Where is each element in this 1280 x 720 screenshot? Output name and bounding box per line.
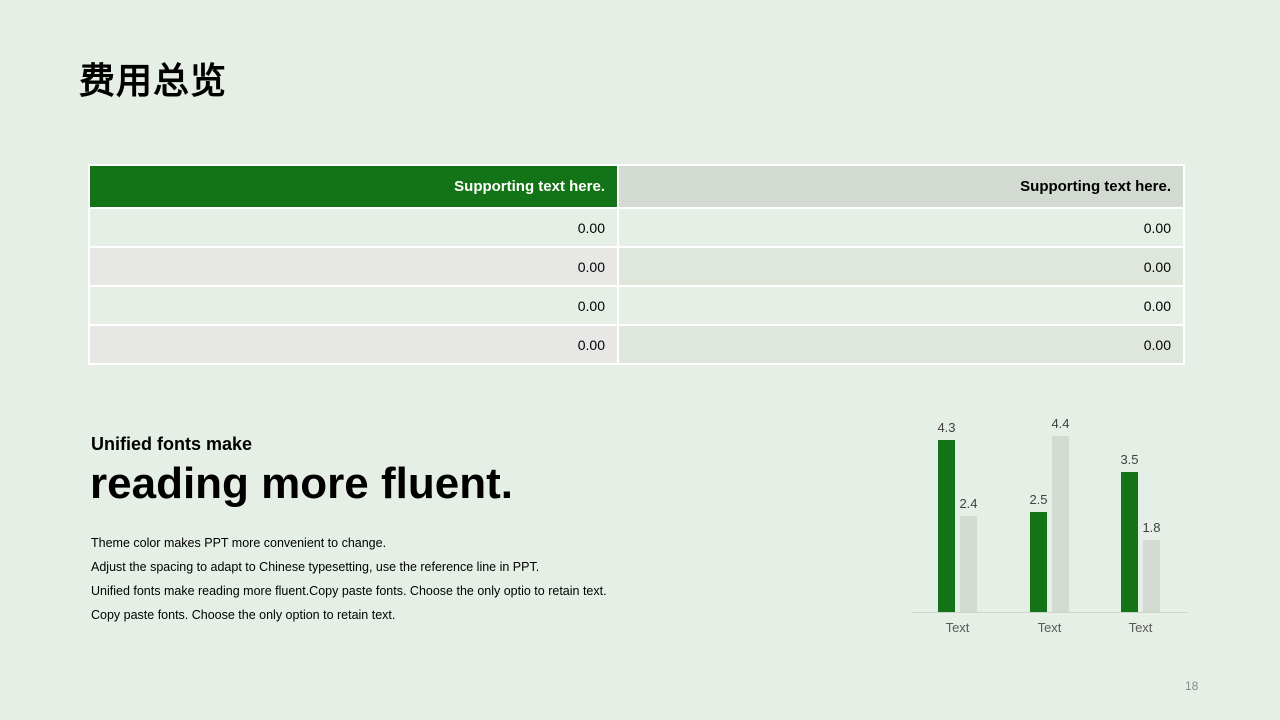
expense-table: Supporting text here. Supporting text he… bbox=[88, 164, 1185, 365]
table-header-row: Supporting text here. Supporting text he… bbox=[88, 164, 1185, 209]
table-cell: 0.00 bbox=[88, 207, 619, 248]
chart-tick-label: Text bbox=[1129, 620, 1153, 635]
text-body: Theme color makes PPT more convenient to… bbox=[91, 531, 607, 627]
chart-bar bbox=[1121, 472, 1138, 612]
table-row: 0.00 0.00 bbox=[88, 324, 1185, 365]
table-row: 0.00 0.00 bbox=[88, 285, 1185, 326]
chart-data-label: 1.8 bbox=[1142, 520, 1160, 535]
chart-bar bbox=[1030, 512, 1047, 612]
body-line: Adjust the spacing to adapt to Chinese t… bbox=[91, 560, 540, 574]
slide-title: 费用总览 bbox=[79, 61, 228, 102]
chart-data-label: 2.5 bbox=[1029, 492, 1047, 507]
table-cell: 0.00 bbox=[617, 285, 1185, 326]
chart-data-label: 4.3 bbox=[937, 420, 955, 435]
table-cell: 0.00 bbox=[88, 324, 619, 365]
body-line: Unified fonts make reading more fluent.C… bbox=[91, 584, 607, 598]
chart-tick-label: Text bbox=[1038, 620, 1062, 635]
chart-bar bbox=[1143, 540, 1160, 612]
text-subhead: Unified fonts make bbox=[91, 434, 253, 454]
table-header-cell: Supporting text here. bbox=[88, 164, 619, 209]
chart-data-label: 4.4 bbox=[1051, 416, 1069, 431]
table-cell: 0.00 bbox=[88, 246, 619, 287]
table-cell: 0.00 bbox=[617, 324, 1185, 365]
bar-chart: 4.3 2.4 Text 2.5 4.4 Text 3.5 1.8 Text bbox=[912, 416, 1187, 635]
body-line: Theme color makes PPT more convenient to… bbox=[91, 536, 387, 550]
table-row: 0.00 0.00 bbox=[88, 207, 1185, 248]
chart-bar bbox=[938, 440, 955, 612]
chart-bar bbox=[1052, 436, 1069, 612]
table-header-cell: Supporting text here. bbox=[617, 164, 1185, 209]
chart-data-label: 3.5 bbox=[1120, 452, 1138, 467]
body-line: Copy paste fonts. Choose the only option… bbox=[91, 608, 396, 622]
table-cell: 0.00 bbox=[88, 285, 619, 326]
table-cell: 0.00 bbox=[617, 246, 1185, 287]
table-row: 0.00 0.00 bbox=[88, 246, 1185, 287]
page-number: 18 bbox=[1185, 679, 1199, 693]
chart-data-label: 2.4 bbox=[959, 496, 977, 511]
chart-bar bbox=[960, 516, 977, 612]
chart-tick-label: Text bbox=[946, 620, 970, 635]
table-cell: 0.00 bbox=[617, 207, 1185, 248]
text-headline: reading more fluent. bbox=[90, 459, 513, 508]
